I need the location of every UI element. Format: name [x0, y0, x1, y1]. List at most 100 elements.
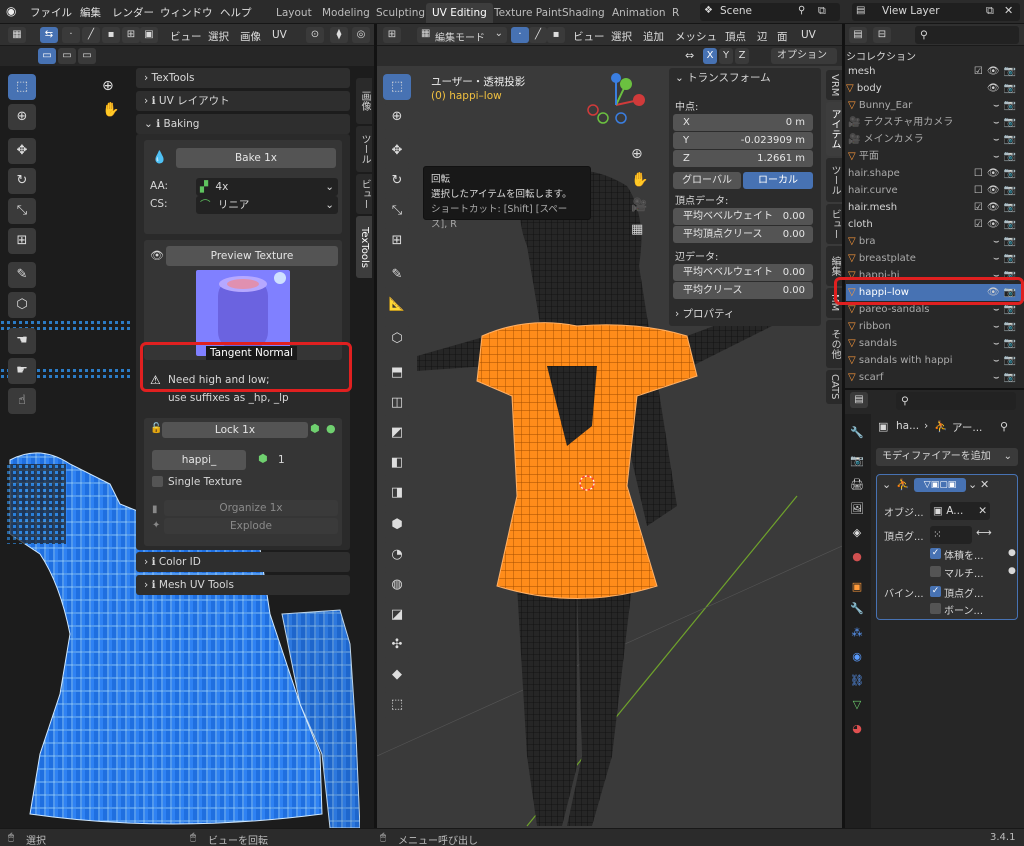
- bake-button[interactable]: Bake 1x: [176, 148, 336, 168]
- tab-uv-editing[interactable]: UV Editing: [426, 3, 493, 23]
- visibility-icons[interactable]: ⌣📷: [993, 335, 1020, 352]
- pin-icon[interactable]: ⚲: [1000, 420, 1008, 433]
- local-toggle[interactable]: ローカル: [743, 172, 813, 189]
- outliner-display-mode-icon[interactable]: ⊟: [873, 27, 891, 43]
- visibility-icons[interactable]: ⌣📷: [993, 369, 1020, 386]
- vp-tab-tool[interactable]: ツール: [826, 158, 842, 202]
- chevron-down-icon[interactable]: ⌄: [882, 478, 891, 491]
- vp-menu-vertex[interactable]: 頂点: [725, 29, 746, 44]
- vp-tool-scale-icon[interactable]: ⤡: [383, 198, 411, 224]
- vp-tool-cursor-icon[interactable]: ⊕: [383, 104, 411, 130]
- tab-shading[interactable]: Shading: [556, 3, 611, 23]
- uv-mode-dropdown-icon[interactable]: ▣: [140, 27, 158, 43]
- vp-menu-view[interactable]: ビュー: [573, 29, 605, 44]
- vp-tool-measure-icon[interactable]: 📐: [383, 292, 411, 318]
- view-layer-props-icon[interactable]: 🖼: [850, 502, 864, 516]
- vp-tool-inset-icon[interactable]: ◫: [383, 390, 411, 416]
- uv-menu-view[interactable]: ビュー: [170, 29, 202, 44]
- uv-select-subtract-icon[interactable]: ▭: [78, 48, 96, 64]
- vp-tool-shear-icon[interactable]: ◆: [383, 662, 411, 688]
- tool-scale-icon[interactable]: ⤡: [8, 198, 36, 224]
- tool-settings-icon[interactable]: 🔧: [850, 426, 864, 440]
- edge-select-icon[interactable]: ╱: [529, 27, 547, 43]
- vertex-crease-field[interactable]: 平均頂点クリース 0.00: [673, 226, 813, 243]
- scene-selector[interactable]: ❖ Scene ⚲ ⧉: [700, 3, 840, 21]
- options-dropdown[interactable]: オプション ⌄: [771, 48, 837, 77]
- vp-tool-add-cube-icon[interactable]: ⬡: [383, 326, 411, 352]
- vp-tool-move-icon[interactable]: ✥: [383, 138, 411, 164]
- vp-tool-select-icon[interactable]: ⬚: [383, 74, 411, 100]
- remove-view-layer-icon[interactable]: ✕: [1004, 4, 1013, 17]
- outliner-row-sandals[interactable]: ▽ sandals ⌣📷: [846, 335, 1024, 352]
- vp-tool-rip-icon[interactable]: ⬚: [383, 692, 411, 718]
- explode-button[interactable]: Explode: [164, 518, 338, 534]
- proportional-edit-icon[interactable]: ◎: [352, 27, 370, 43]
- new-view-layer-icon[interactable]: ⧉: [986, 4, 994, 18]
- outliner-row-main-camera[interactable]: 🎥 メインカメラ ⌣📷: [846, 131, 1024, 148]
- menu-help[interactable]: ヘルプ: [220, 5, 252, 20]
- face-select-icon[interactable]: ▪: [547, 27, 565, 43]
- outliner-row-breastplate[interactable]: ▽ breastplate ⌣📷: [846, 250, 1024, 267]
- mode-selector[interactable]: ▦ 編集モード ⌄: [417, 27, 507, 44]
- outliner-row-plane[interactable]: ▽ 平面 ⌣📷: [846, 148, 1024, 165]
- vp-tool-knife-icon[interactable]: ◨: [383, 480, 411, 506]
- properties-panel-header[interactable]: › プロパティ: [669, 304, 821, 324]
- tool-move-icon[interactable]: ✥: [8, 138, 36, 164]
- tool-transform-icon[interactable]: ⊞: [8, 228, 36, 254]
- panel-baking-header[interactable]: ⌄ ℹ Baking: [136, 114, 350, 134]
- outliner-row-texture-camera[interactable]: 🎥 テクスチャ用カメラ ⌣📷: [846, 114, 1024, 131]
- panel-color-id-header[interactable]: › ℹ Color ID: [136, 552, 350, 572]
- vp-tool-poly-build-icon[interactable]: ⬢: [383, 512, 411, 538]
- modifier-visibility-toggles[interactable]: ▽▣▢▣: [914, 478, 966, 492]
- uv-tab-textools[interactable]: TexTools: [356, 216, 372, 278]
- vp-tab-misc[interactable]: その他: [826, 320, 842, 368]
- tool-pinch-icon[interactable]: ☝: [8, 388, 36, 414]
- world-icon[interactable]: ●: [850, 550, 864, 564]
- menu-file[interactable]: ファイル: [30, 5, 72, 20]
- particles-icon[interactable]: ⁂: [850, 626, 864, 640]
- vp-tab-view[interactable]: ビュー: [826, 204, 842, 244]
- 3d-viewport[interactable]: ⊞ ▦ 編集モード ⌄ · ╱ ▪ ビュー 選択 追加 メッシュ 頂点 辺 面 …: [377, 24, 842, 828]
- output-icon[interactable]: 🖨: [850, 478, 864, 492]
- edge-crease-field[interactable]: 平均クリース 0.00: [673, 282, 813, 299]
- median-x-field[interactable]: X 0 m: [673, 114, 813, 131]
- zoom-icon[interactable]: ⊕: [102, 78, 114, 94]
- uv-select-box-icon[interactable]: ▭: [38, 48, 56, 64]
- outliner-row-bra[interactable]: ▽ bra ⌣📷: [846, 233, 1024, 250]
- vp-tool-bevel-icon[interactable]: ◩: [383, 420, 411, 446]
- outliner-editor-type-icon[interactable]: ▤: [849, 27, 867, 43]
- physics-icon[interactable]: ◉: [850, 650, 864, 664]
- tool-rotate-icon[interactable]: ↻: [8, 168, 36, 194]
- aa-select[interactable]: ▞ 4x ⌄: [196, 178, 338, 196]
- uv-tab-image[interactable]: 画像: [356, 78, 372, 124]
- visibility-icons[interactable]: ⌣📷: [993, 114, 1020, 131]
- visibility-icons[interactable]: ⌣📷: [993, 131, 1020, 148]
- vp-tool-rotate-icon[interactable]: ↻: [383, 168, 411, 194]
- vp-tab-cats[interactable]: CATS: [826, 370, 842, 404]
- volume-checkbox[interactable]: ✓: [930, 548, 941, 559]
- outliner-row-mesh[interactable]: mesh ☑👁📷: [846, 63, 1024, 80]
- tab-more[interactable]: R: [666, 3, 685, 23]
- menu-render[interactable]: レンダー: [112, 5, 154, 20]
- uv-select-extend-icon[interactable]: ▭: [58, 48, 76, 64]
- tool-relax-icon[interactable]: ☛: [8, 358, 36, 384]
- viewport-zoom-icon[interactable]: ⊕: [631, 146, 643, 162]
- vertex-group-checkbox[interactable]: ✓: [930, 586, 941, 597]
- pan-hand-icon[interactable]: ✋: [102, 102, 119, 118]
- properties-editor-type-icon[interactable]: ▤: [850, 392, 868, 408]
- visibility-icons[interactable]: 👁📷: [987, 80, 1020, 97]
- tool-annotate-icon[interactable]: ✎: [8, 262, 36, 288]
- object-props-icon[interactable]: ▣: [850, 580, 864, 594]
- visibility-icons[interactable]: ☐👁📷: [974, 165, 1020, 182]
- vertex-group-field[interactable]: ⁙: [930, 526, 972, 544]
- multi-checkbox[interactable]: [930, 566, 941, 577]
- modifier-wrench-icon[interactable]: 🔧: [850, 602, 864, 616]
- select-mode-face-icon[interactable]: ▪: [102, 27, 120, 43]
- outliner-row-body[interactable]: ▽ body 👁📷: [846, 80, 1024, 97]
- outliner-row-scarf[interactable]: ▽ scarf ⌣📷: [846, 369, 1024, 386]
- outliner-row-sandals-with-happi[interactable]: ▽ sandals with happi ⌣📷: [846, 352, 1024, 369]
- panel-uv-layout-header[interactable]: › ℹ UV レイアウト: [136, 91, 350, 111]
- vp-tool-shrink-icon[interactable]: ✣: [383, 632, 411, 658]
- remove-icon[interactable]: ✕: [978, 502, 987, 520]
- axis-y-toggle[interactable]: Y: [719, 48, 733, 64]
